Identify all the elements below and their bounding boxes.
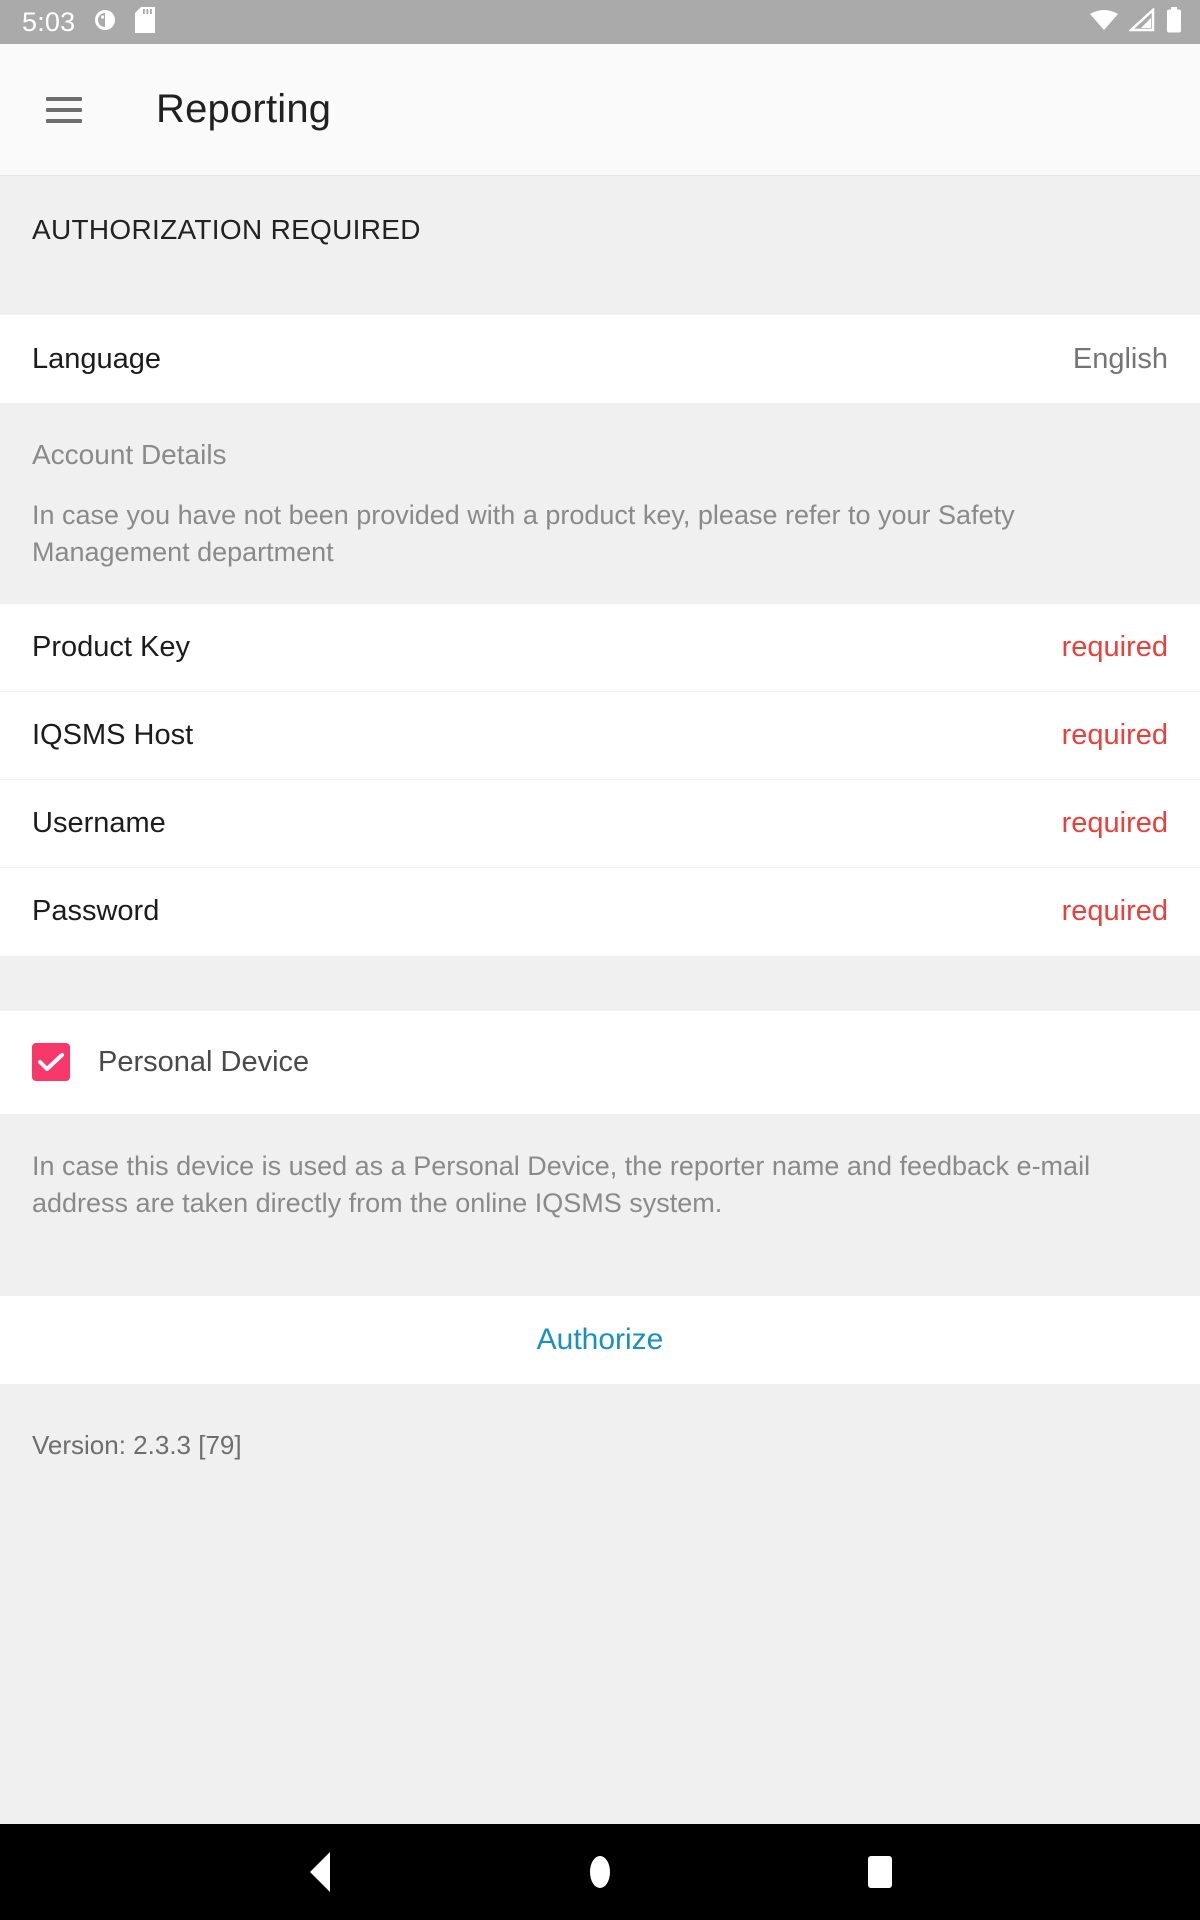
- password-value: required: [1061, 895, 1168, 927]
- settings-row-language[interactable]: Language English: [0, 315, 1200, 403]
- credentials-group: Product Key required IQSMS Host required…: [0, 603, 1200, 956]
- personal-device-description-block: In case this device is used as a Persona…: [0, 1113, 1200, 1260]
- settings-row-iqsms-host[interactable]: IQSMS Host required: [0, 691, 1200, 780]
- status-bar: 5:03: [0, 0, 1200, 44]
- language-value: English: [1072, 342, 1168, 375]
- recents-button[interactable]: [835, 1824, 925, 1920]
- product-key-value: required: [1061, 630, 1168, 663]
- username-value: required: [1061, 806, 1168, 839]
- settings-row-username[interactable]: Username required: [0, 779, 1200, 868]
- hamburger-line: [46, 118, 82, 123]
- version-block: Version: 2.3.3 [79]: [0, 1384, 1200, 1461]
- back-button[interactable]: [275, 1824, 365, 1920]
- personal-device-description: In case this device is used as a Persona…: [32, 1150, 1091, 1218]
- product-key-label: Product Key: [32, 630, 190, 663]
- account-details-block: Account Details In case you have not bee…: [0, 403, 1200, 604]
- status-bar-right: [1090, 6, 1182, 38]
- language-label: Language: [32, 342, 162, 375]
- app-bar: Reporting: [0, 44, 1200, 176]
- content-filler: [0, 1642, 1200, 1824]
- iqsms-host-value: required: [1061, 718, 1168, 751]
- iqsms-host-label: IQSMS Host: [32, 718, 194, 751]
- hamburger-line: [46, 96, 82, 101]
- cellular-signal-icon: [1127, 6, 1155, 37]
- recents-square-icon: [868, 1856, 892, 1888]
- spacer-above-personal-device: [0, 955, 1200, 1011]
- authorize-button[interactable]: Authorize: [0, 1296, 1200, 1384]
- account-details-title: Account Details: [32, 439, 227, 470]
- personal-device-label: Personal Device: [98, 1045, 310, 1078]
- settings-row-password[interactable]: Password required: [0, 867, 1200, 956]
- checkmark-icon: [38, 1053, 64, 1071]
- account-details-description: In case you have not been provided with …: [32, 500, 1015, 568]
- username-label: Username: [32, 806, 166, 839]
- personal-device-checkbox[interactable]: [32, 1043, 70, 1081]
- language-group: Language English: [0, 315, 1200, 403]
- settings-list: AUTHORIZATION REQUIRED Language English …: [0, 176, 1200, 1643]
- personal-device-row[interactable]: Personal Device: [0, 1010, 1200, 1114]
- version-text: Version: 2.3.3 [79]: [32, 1430, 242, 1460]
- section-header-label: AUTHORIZATION REQUIRED: [32, 214, 421, 245]
- status-bar-left: 5:03: [22, 6, 156, 38]
- sd-card-icon: [135, 6, 156, 38]
- phone-screen: 5:03 Reporting AUTHORIZATION REQUIRED La…: [0, 0, 1200, 1920]
- hamburger-menu-icon[interactable]: [46, 96, 82, 123]
- android-navigation-bar: [0, 1824, 1200, 1920]
- password-label: Password: [32, 895, 160, 927]
- hamburger-line: [46, 107, 82, 112]
- authorization-section-header: AUTHORIZATION REQUIRED: [0, 176, 1200, 315]
- spacer-above-authorize: [0, 1260, 1200, 1296]
- back-triangle-icon: [310, 1852, 330, 1892]
- settings-row-product-key[interactable]: Product Key required: [0, 603, 1200, 692]
- authorize-button-label: Authorize: [536, 1323, 664, 1356]
- home-circle-icon: [590, 1856, 610, 1888]
- battery-icon: [1166, 6, 1182, 38]
- home-button[interactable]: [555, 1824, 645, 1920]
- status-bar-clock: 5:03: [22, 6, 76, 37]
- alarm-clock-icon: [93, 8, 117, 37]
- wifi-icon: [1090, 8, 1118, 37]
- page-title: Reporting: [156, 87, 332, 131]
